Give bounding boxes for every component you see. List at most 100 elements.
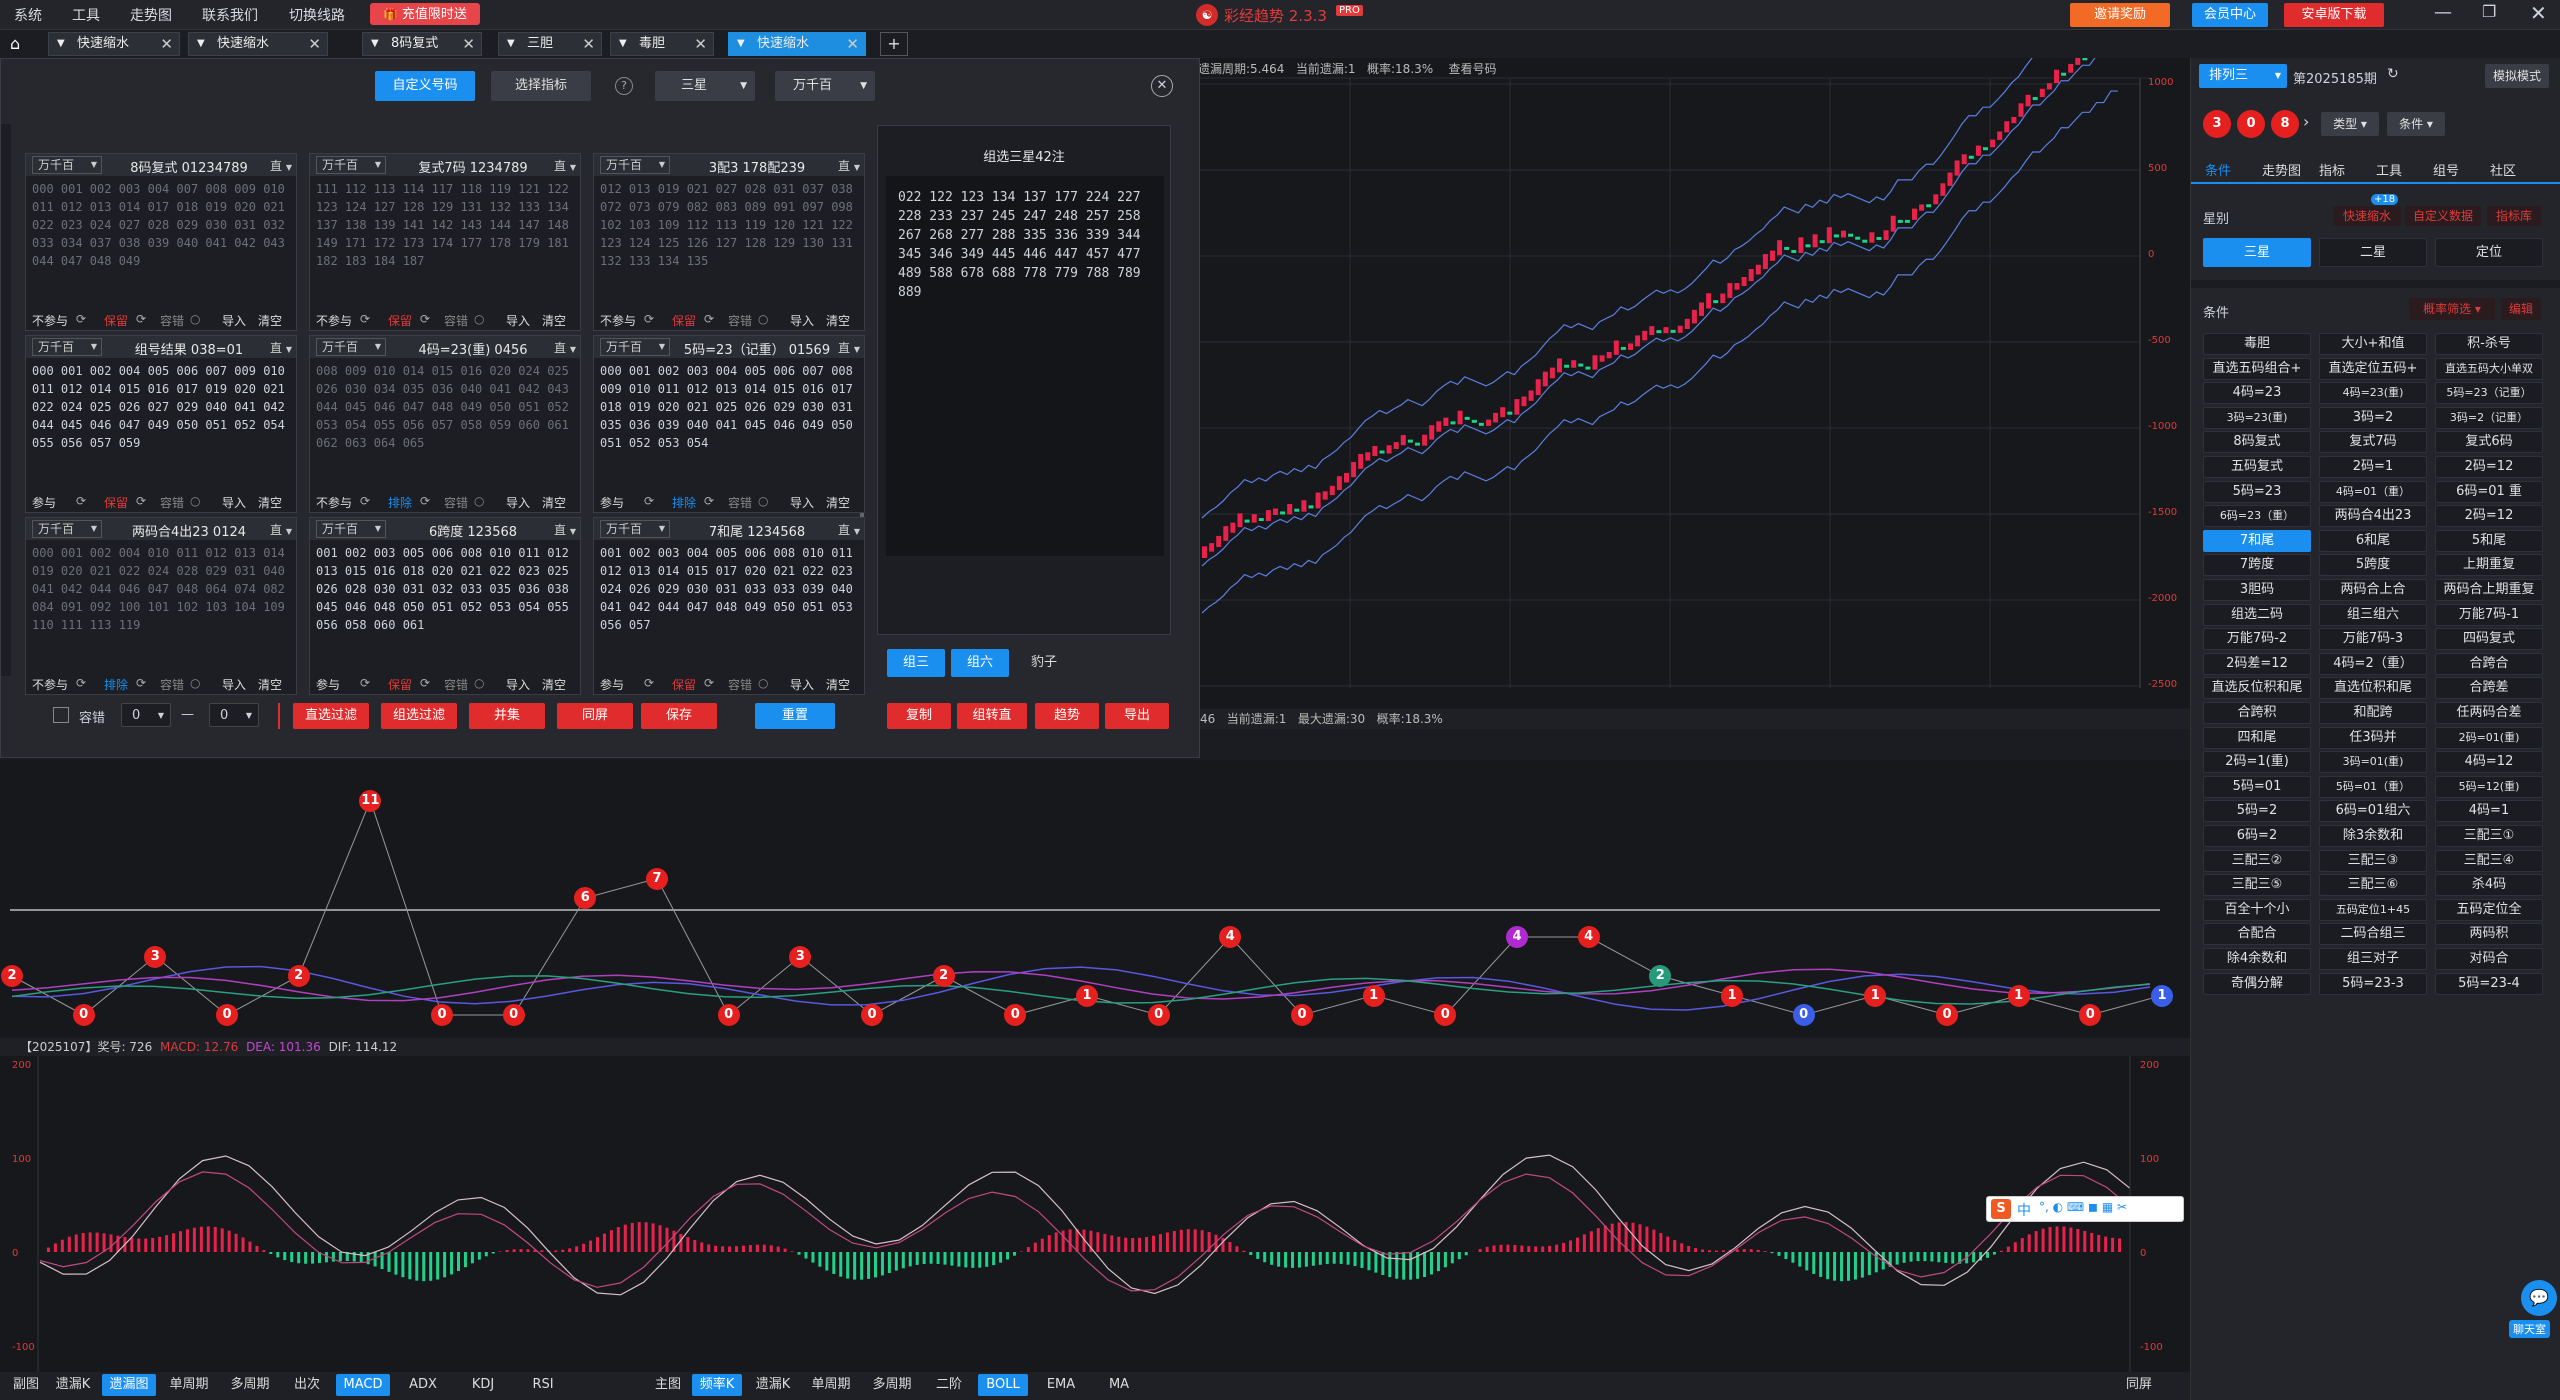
condition-button[interactable]: 5码=01（重） bbox=[2319, 775, 2427, 798]
condition-button[interactable]: 3码=2 bbox=[2319, 406, 2427, 429]
minimize-icon[interactable]: — bbox=[2434, 2, 2452, 23]
condition-button[interactable]: 2码=1(重) bbox=[2203, 751, 2311, 774]
condition-button[interactable]: 5和尾 bbox=[2435, 529, 2543, 552]
condition-button[interactable]: 五码复式 bbox=[2203, 456, 2311, 478]
participate-toggle[interactable]: 参与 bbox=[600, 676, 624, 693]
card-numbers[interactable]: 111 112 113 114 117 118 119 121 122 123 … bbox=[316, 180, 574, 292]
close-icon[interactable]: ✕ bbox=[582, 33, 595, 55]
radio-icon[interactable]: ○ bbox=[758, 312, 768, 326]
condition-button[interactable]: 6和尾 bbox=[2319, 529, 2427, 552]
same-screen-toggle[interactable]: 同屏 bbox=[2116, 1374, 2162, 1396]
subchart-option[interactable]: 遗漏K bbox=[50, 1374, 96, 1396]
participate-toggle[interactable]: 参与 bbox=[32, 494, 56, 511]
tab-du-dan[interactable]: ▼ 毒胆 ✕ bbox=[610, 32, 714, 56]
condition-button[interactable]: 四和尾 bbox=[2203, 726, 2311, 749]
participate-toggle[interactable]: 参与 bbox=[316, 676, 340, 693]
card-numbers[interactable]: 000 001 002 003 004 005 006 007 008 009 … bbox=[600, 362, 858, 474]
subchart-option[interactable]: 多周期 bbox=[222, 1374, 278, 1396]
mainchart-option[interactable]: 遗漏K bbox=[748, 1374, 798, 1396]
mainchart-option[interactable]: 多周期 bbox=[864, 1374, 920, 1396]
condition-button[interactable]: 直选位积和尾 bbox=[2319, 677, 2427, 700]
save-button[interactable]: 保存 bbox=[641, 703, 717, 729]
import-button[interactable]: 导入 bbox=[790, 494, 814, 511]
card-numbers[interactable]: 001 002 003 005 006 008 010 011 012 013 … bbox=[316, 544, 574, 656]
chat-bubble-icon[interactable]: 💬 bbox=[2521, 1280, 2557, 1316]
condition-button[interactable]: 二码合组三 bbox=[2319, 923, 2427, 946]
sync-icon[interactable]: ⟳ bbox=[644, 312, 654, 326]
sync-icon[interactable]: ⟳ bbox=[360, 676, 370, 690]
subchart-option[interactable]: 单周期 bbox=[162, 1374, 216, 1396]
tab-custom-numbers[interactable]: 自定义号码 bbox=[375, 71, 475, 101]
star-two[interactable]: 二星 bbox=[2319, 238, 2427, 267]
card-position-select[interactable]: 万千百 ▼ bbox=[600, 156, 670, 174]
sidebar-nav-item[interactable]: 工具 bbox=[2376, 160, 2402, 179]
condition-button[interactable]: 毒胆 bbox=[2203, 333, 2311, 355]
condition-button[interactable]: 百全十个小 bbox=[2203, 898, 2311, 921]
sync-icon[interactable]: ⟳ bbox=[420, 312, 430, 326]
keep-exclude-toggle[interactable]: 保留 bbox=[104, 494, 128, 511]
clear-button[interactable]: 清空 bbox=[826, 676, 850, 693]
condition-button[interactable]: 5码=2 bbox=[2203, 800, 2311, 823]
condition-button[interactable]: 直选五码大小单双 bbox=[2435, 357, 2543, 380]
participate-toggle[interactable]: 不参与 bbox=[32, 312, 68, 329]
condition-button[interactable]: 直选五码组合+ bbox=[2203, 357, 2311, 380]
card-menu[interactable]: 直 ▼ bbox=[838, 521, 860, 538]
condition-button[interactable]: 2码=12 bbox=[2435, 505, 2543, 528]
sync-icon[interactable]: ⟳ bbox=[136, 312, 146, 326]
condition-button[interactable]: 组选二码 bbox=[2203, 603, 2311, 626]
card-numbers[interactable]: 001 002 003 004 005 006 008 010 011 012 … bbox=[600, 544, 858, 656]
condition-button[interactable]: 2码=12 bbox=[2435, 456, 2543, 478]
tab-8-code[interactable]: ▼ 8码复式 ✕ bbox=[362, 32, 482, 56]
sync-icon[interactable]: ⟳ bbox=[76, 312, 86, 326]
card-position-select[interactable]: 万千百 ▼ bbox=[316, 156, 386, 174]
clear-button[interactable]: 清空 bbox=[542, 494, 566, 511]
card-menu[interactable]: 直 ▼ bbox=[270, 157, 292, 174]
condition-button[interactable]: 3码=23(重) bbox=[2203, 406, 2311, 429]
condition-button[interactable]: 三配三⑥ bbox=[2319, 874, 2427, 897]
condition-select[interactable]: 条件 ▾ bbox=[2387, 112, 2445, 136]
close-icon[interactable]: ✕ bbox=[846, 33, 859, 55]
sync-icon[interactable]: ⟳ bbox=[420, 494, 430, 508]
position-select[interactable]: 万千百 ▼ bbox=[775, 71, 875, 101]
indicator-lib-link[interactable]: 指标库 bbox=[2487, 206, 2541, 226]
condition-button[interactable]: 6码=01 重 bbox=[2435, 480, 2543, 503]
android-download-button[interactable]: 安卓版下载 bbox=[2284, 3, 2384, 27]
condition-button[interactable]: 三配三② bbox=[2203, 849, 2311, 872]
condition-button[interactable]: 五码定位全 bbox=[2435, 898, 2543, 921]
condition-button[interactable]: 2码=01(重) bbox=[2435, 726, 2543, 749]
condition-button[interactable]: 6码=01组六 bbox=[2319, 800, 2427, 823]
condition-button[interactable]: 合跨差 bbox=[2435, 677, 2543, 700]
subchart-option[interactable]: MACD bbox=[336, 1374, 390, 1396]
condition-button[interactable]: 5码=23（记重） bbox=[2435, 382, 2543, 405]
condition-button[interactable]: 和配跨 bbox=[2319, 702, 2427, 724]
condition-button[interactable]: 6码=23（重） bbox=[2203, 505, 2311, 528]
condition-button[interactable]: 两码合4出23 bbox=[2319, 505, 2427, 528]
condition-button[interactable]: 万能7码-1 bbox=[2435, 603, 2543, 626]
reset-button[interactable]: 重置 bbox=[755, 703, 835, 729]
radio-icon[interactable]: ○ bbox=[474, 676, 484, 690]
close-icon[interactable]: ✕ bbox=[694, 33, 707, 55]
close-icon[interactable]: ✕ bbox=[462, 33, 475, 55]
condition-button[interactable]: 除3余数和 bbox=[2319, 825, 2427, 847]
close-icon[interactable]: ✕ bbox=[308, 33, 321, 55]
invite-reward-button[interactable]: 邀请奖励 bbox=[2070, 3, 2170, 27]
condition-button[interactable]: 4码=2（重） bbox=[2319, 652, 2427, 675]
group3-button[interactable]: 组三 bbox=[887, 649, 945, 677]
condition-button[interactable]: 除4余数和 bbox=[2203, 948, 2311, 970]
condition-button[interactable]: 合跨合 bbox=[2435, 652, 2543, 675]
condition-button[interactable]: 对码合 bbox=[2435, 948, 2543, 970]
close-dialog-icon[interactable]: ✕ bbox=[1151, 75, 1173, 97]
condition-button[interactable]: 奇偶分解 bbox=[2203, 972, 2311, 995]
condition-button[interactable]: 直选反位积和尾 bbox=[2203, 677, 2311, 700]
ime-mode[interactable]: 中 bbox=[2017, 1200, 2031, 1220]
sync-icon[interactable]: ⟳ bbox=[644, 494, 654, 508]
result-text[interactable]: 022 122 123 134 137 177 224 227 228 233 … bbox=[886, 176, 1164, 556]
direct-filter-button[interactable]: 直选过滤 bbox=[293, 703, 369, 729]
menu-switch-line[interactable]: 切换线路 bbox=[289, 5, 345, 25]
subchart-option[interactable]: 出次 bbox=[284, 1374, 330, 1396]
sidebar-nav-item[interactable]: 指标 bbox=[2319, 160, 2345, 179]
star-position[interactable]: 定位 bbox=[2435, 238, 2543, 267]
card-numbers[interactable]: 000 001 002 004 005 006 007 009 010 011 … bbox=[32, 362, 290, 474]
star-select[interactable]: 三星 ▼ bbox=[655, 71, 755, 101]
tolerance-checkbox[interactable] bbox=[53, 707, 69, 723]
